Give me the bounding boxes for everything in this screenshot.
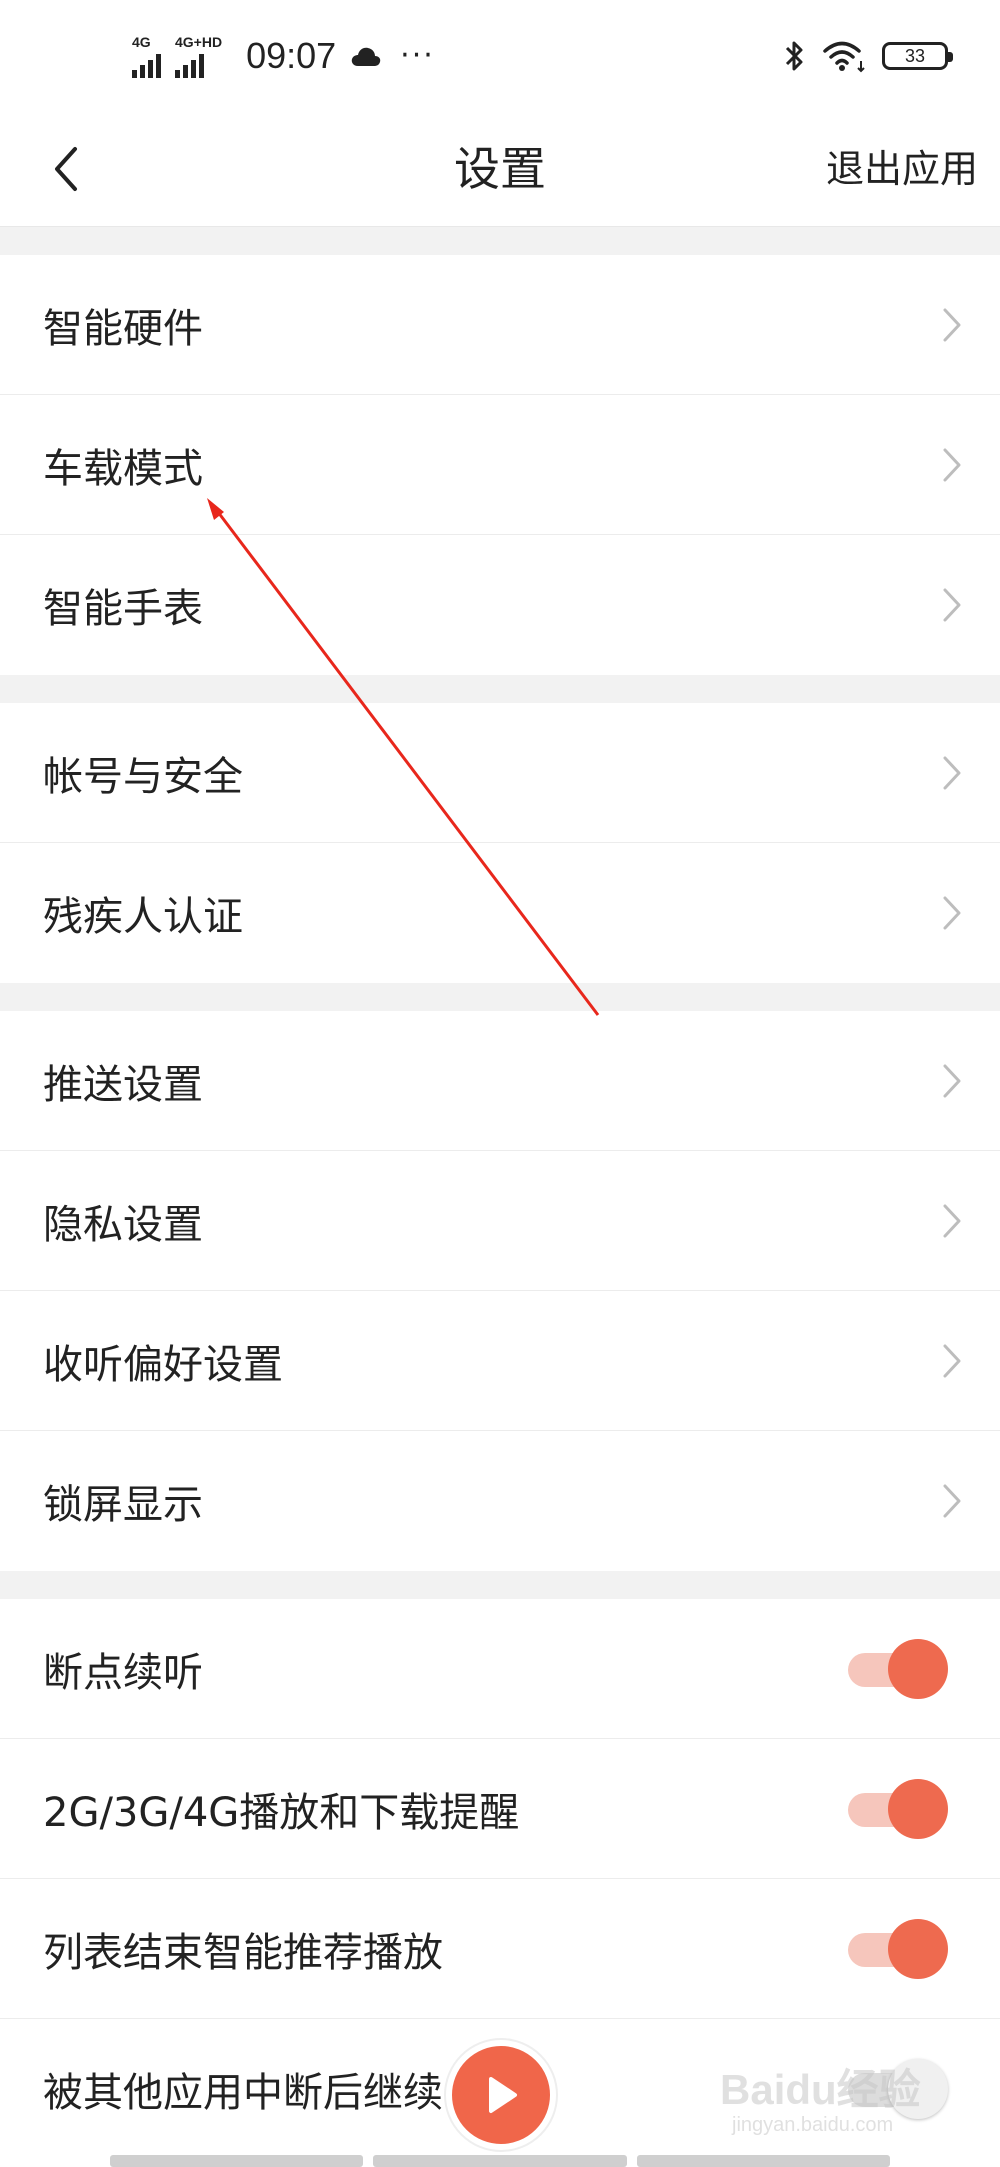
section-divider — [0, 983, 1000, 1011]
chevron-right-icon — [943, 896, 961, 930]
row-push-settings[interactable]: 推送设置 — [0, 1011, 1000, 1151]
cloud-icon — [351, 47, 381, 66]
chevron-right-icon — [943, 1484, 961, 1518]
section-divider — [0, 1571, 1000, 1599]
toggle-knob — [888, 2059, 948, 2119]
section-account: 帐号与安全 残疾人认证 — [0, 703, 1000, 983]
network-type-2: 4G+HD — [175, 33, 223, 50]
toggle-knob — [888, 1918, 948, 1979]
row-smart-watch[interactable]: 智能手表 — [0, 535, 1000, 675]
chevron-right-icon — [943, 1204, 961, 1237]
signal-2: 4G+HD — [175, 35, 222, 78]
network-type-1: 4G — [132, 33, 151, 50]
row-privacy-settings[interactable]: 隐私设置 — [0, 1151, 1000, 1291]
more-notifications-icon: ··· — [400, 38, 435, 73]
row-label: 帐号与安全 — [43, 753, 243, 800]
row-label: 收听偏好设置 — [43, 1341, 283, 1388]
status-left: 4G 4G+HD 09:07 ··· — [132, 28, 435, 84]
toggle-switch[interactable] — [848, 2059, 948, 2119]
row-label: 2G/3G/4G播放和下载提醒 — [43, 1789, 520, 1836]
wifi-icon — [823, 41, 865, 73]
row-disability-certification[interactable]: 残疾人认证 — [0, 843, 1000, 983]
toggle-switch[interactable] — [848, 1778, 948, 1839]
section-divider — [0, 227, 1000, 255]
exit-app-button[interactable]: 退出应用 — [826, 112, 978, 226]
section-devices: 智能硬件 车载模式 智能手表 — [0, 255, 1000, 675]
chevron-right-icon — [943, 308, 961, 341]
settings-screen: 4G 4G+HD 09:07 ··· 33 设置 退出应用 智能硬件 车载模式 … — [0, 0, 1000, 2167]
row-label: 推送设置 — [43, 1061, 203, 1108]
status-bar: 4G 4G+HD 09:07 ··· 33 — [0, 0, 1000, 112]
nav-bar: 设置 退出应用 — [0, 112, 1000, 227]
signal-bars-icon — [132, 52, 161, 78]
chevron-right-icon — [943, 1344, 961, 1377]
play-icon — [489, 2077, 517, 2113]
row-label: 列表结束智能推荐播放 — [43, 1929, 443, 1976]
row-resume-playback: 断点续听 — [0, 1599, 1000, 1739]
toggle-knob — [888, 1778, 948, 1839]
battery-level: 33 — [904, 46, 926, 66]
battery-icon: 33 — [882, 42, 953, 70]
row-label: 智能硬件 — [43, 305, 203, 352]
row-label: 锁屏显示 — [43, 1482, 203, 1528]
chevron-right-icon — [943, 588, 961, 622]
bluetooth-icon — [785, 41, 803, 71]
signal-bars-icon — [175, 52, 204, 78]
toggle-knob — [888, 1638, 948, 1699]
row-lock-screen-display[interactable]: 锁屏显示 — [0, 1431, 1000, 1571]
row-auto-recommend: 列表结束智能推荐播放 — [0, 1879, 1000, 2019]
row-label: 被其他应用中断后继续 — [43, 2070, 443, 2116]
toggle-switch[interactable] — [848, 1918, 948, 1979]
chevron-right-icon — [943, 756, 961, 789]
section-preferences: 推送设置 隐私设置 收听偏好设置 锁屏显示 — [0, 1011, 1000, 1571]
section-divider — [0, 675, 1000, 703]
row-label: 隐私设置 — [43, 1201, 203, 1248]
row-label: 断点续听 — [43, 1649, 203, 1696]
bottom-edge-bars — [110, 2155, 890, 2167]
status-right: 33 — [784, 30, 953, 82]
row-mobile-data-reminder: 2G/3G/4G播放和下载提醒 — [0, 1739, 1000, 1879]
chevron-right-icon — [943, 1064, 961, 1097]
chevron-left-icon — [55, 147, 77, 191]
row-listening-preferences[interactable]: 收听偏好设置 — [0, 1291, 1000, 1431]
settings-list: 智能硬件 车载模式 智能手表 帐号与安全 残疾人认证 推送设置 隐私设置 收听偏… — [0, 227, 1000, 2159]
chevron-right-icon — [943, 448, 961, 481]
row-account-security[interactable]: 帐号与安全 — [0, 703, 1000, 843]
row-car-mode[interactable]: 车载模式 — [0, 395, 1000, 535]
row-label: 车载模式 — [43, 445, 203, 492]
signal-1: 4G — [132, 35, 161, 78]
toggle-switch[interactable] — [848, 1638, 948, 1699]
row-label: 智能手表 — [43, 586, 203, 632]
status-time: 09:07 — [246, 35, 337, 76]
row-smart-hardware[interactable]: 智能硬件 — [0, 255, 1000, 395]
row-label: 残疾人认证 — [43, 894, 243, 940]
back-button[interactable] — [36, 134, 96, 204]
play-button[interactable] — [446, 2040, 556, 2150]
